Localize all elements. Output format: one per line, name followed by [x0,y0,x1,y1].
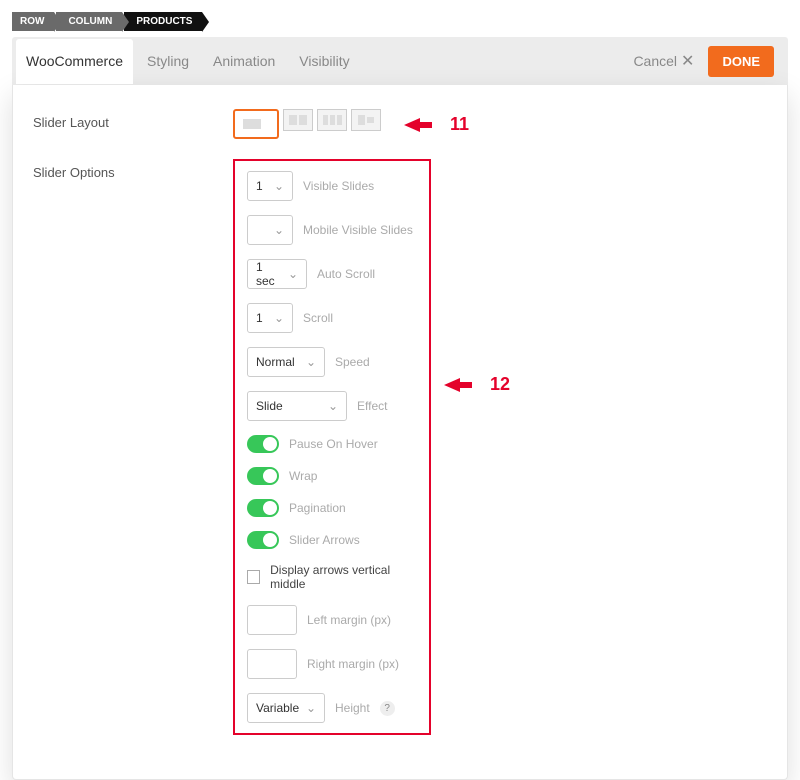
layout-option-4[interactable] [351,109,381,131]
arrow-left-icon [444,378,460,392]
mobile-visible-label: Mobile Visible Slides [303,223,413,237]
left-margin-label: Left margin (px) [307,613,391,627]
display-arrows-checkbox[interactable] [247,570,260,584]
chevron-down-icon: ⌄ [288,267,298,281]
tab-visibility[interactable]: Visibility [299,39,349,83]
wrap-toggle[interactable] [247,467,279,485]
pause-on-hover-toggle[interactable] [247,435,279,453]
cancel-button[interactable]: Cancel✕ [633,51,694,71]
annotation-11: 11 [404,114,469,135]
slider-layout-options [233,109,767,139]
mobile-visible-select[interactable]: ⌄ [247,215,293,245]
slider-arrows-label: Slider Arrows [289,533,360,547]
display-arrows-label: Display arrows vertical middle [270,563,417,591]
layout-option-3[interactable] [317,109,347,131]
close-icon: ✕ [681,51,694,71]
slider-layout-label: Slider Layout [33,109,233,139]
speed-label: Speed [335,355,370,369]
right-margin-label: Right margin (px) [307,657,399,671]
crumb-products[interactable]: PRODUCTS [124,12,202,31]
height-select[interactable]: Variable⌄ [247,693,325,723]
wrap-label: Wrap [289,469,317,483]
tab-animation[interactable]: Animation [213,39,275,83]
effect-label: Effect [357,399,387,413]
chevron-down-icon: ⌄ [306,701,316,715]
auto-scroll-select[interactable]: 1 sec⌄ [247,259,307,289]
crumb-row[interactable]: ROW [12,12,54,31]
height-label: Height [335,701,370,715]
layout-option-1[interactable] [233,109,279,139]
left-margin-input[interactable] [247,605,297,635]
slider-options-highlight: 1⌄ Visible Slides ⌄ Mobile Visible Slide… [233,159,431,735]
scroll-select[interactable]: 1⌄ [247,303,293,333]
chevron-down-icon: ⌄ [306,355,316,369]
visible-slides-label: Visible Slides [303,179,374,193]
slider-options-label: Slider Options [33,159,233,735]
tab-styling[interactable]: Styling [147,39,189,83]
visible-slides-select[interactable]: 1⌄ [247,171,293,201]
header-bar: WooCommerce Styling Animation Visibility… [12,37,788,85]
tab-woocommerce[interactable]: WooCommerce [16,39,133,84]
pause-on-hover-label: Pause On Hover [289,437,378,451]
effect-select[interactable]: Slide⌄ [247,391,347,421]
chevron-down-icon: ⌄ [274,179,284,193]
scroll-label: Scroll [303,311,333,325]
right-margin-input[interactable] [247,649,297,679]
chevron-down-icon: ⌄ [274,311,284,325]
breadcrumb: ROW COLUMN PRODUCTS [12,12,788,31]
help-icon[interactable]: ? [380,701,395,716]
auto-scroll-label: Auto Scroll [317,267,375,281]
settings-panel: Slider Layout Slider Options 1⌄ Visible … [12,85,788,780]
chevron-down-icon: ⌄ [274,223,284,237]
crumb-column[interactable]: COLUMN [56,12,122,31]
done-button[interactable]: DONE [708,46,774,77]
layout-option-2[interactable] [283,109,313,131]
slider-arrows-toggle[interactable] [247,531,279,549]
speed-select[interactable]: Normal⌄ [247,347,325,377]
pagination-toggle[interactable] [247,499,279,517]
chevron-down-icon: ⌄ [328,399,338,413]
arrow-left-icon [404,118,420,132]
annotation-12: 12 [444,374,510,395]
pagination-label: Pagination [289,501,346,515]
